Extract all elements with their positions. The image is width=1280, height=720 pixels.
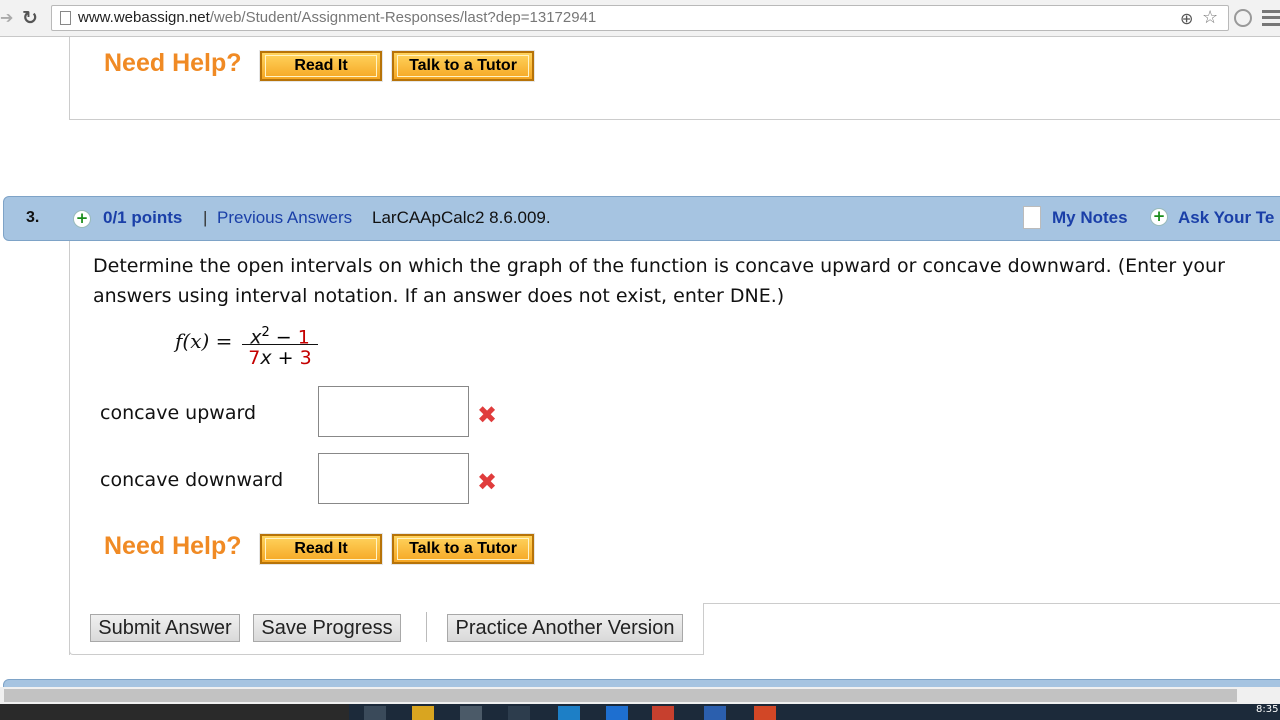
need-help-label: Need Help? <box>104 532 242 560</box>
header-separator: | <box>203 208 208 227</box>
page-icon <box>60 11 71 25</box>
task-view-icon[interactable] <box>364 706 386 720</box>
question-prompt: Determine the open intervals on which th… <box>93 255 1225 307</box>
concave-downward-label: concave downward <box>100 469 284 491</box>
bookmark-star-icon[interactable]: ☆ <box>1202 7 1218 28</box>
powerpoint-icon[interactable] <box>754 706 776 720</box>
concave-downward-input[interactable] <box>318 453 469 504</box>
practice-another-version-button[interactable]: Practice Another Version <box>447 614 683 642</box>
extension-icon[interactable] <box>1234 9 1252 27</box>
zoom-icon[interactable]: ⊕ <box>1180 9 1193 28</box>
submit-answer-button[interactable]: Submit Answer <box>90 614 240 642</box>
divider <box>426 612 427 642</box>
fraction-numerator: x2 − 1 <box>242 321 318 348</box>
url-host: www.webassign.net <box>78 9 210 26</box>
incorrect-x-icon: ✖ <box>476 468 498 496</box>
horizontal-scrollbar[interactable] <box>0 687 1280 704</box>
url-text[interactable]: www.webassign.net/web/Student/Assignment… <box>78 9 596 26</box>
denominator-operator: + <box>271 347 300 369</box>
question-points[interactable]: 0/1 points <box>103 208 182 228</box>
talk-to-tutor-button[interactable]: Talk to a Tutor <box>391 50 535 82</box>
notes-icon[interactable] <box>1023 206 1041 229</box>
store-icon[interactable] <box>460 706 482 720</box>
denominator-constant: 3 <box>299 347 312 369</box>
browser-toolbar: ➔ ↻ www.webassign.net/web/Student/Assign… <box>0 0 1280 37</box>
ask-teacher-link[interactable]: Ask Your Te <box>1178 208 1274 228</box>
save-progress-button[interactable]: Save Progress <box>253 614 401 642</box>
taskbar-clock[interactable]: 8:35 <box>1256 704 1278 715</box>
denominator-variable: x <box>260 347 272 369</box>
ask-teacher-plus-icon[interactable]: + <box>1150 208 1168 226</box>
question-body: Determine the open intervals on which th… <box>69 241 1280 655</box>
word-icon[interactable] <box>704 706 726 720</box>
function-lhs: f(x) = <box>175 329 232 353</box>
denominator-coefficient: 7 <box>248 347 261 369</box>
divider <box>704 603 1280 604</box>
numerator-exponent: 2 <box>261 325 270 340</box>
scrollbar-thumb[interactable] <box>4 689 1237 702</box>
function-lhs-text: f(x) = <box>175 329 233 353</box>
previous-question-box <box>69 37 1280 120</box>
taskbar: 8:35 <box>0 704 1280 720</box>
reload-icon[interactable]: ↻ <box>22 7 42 29</box>
address-bar[interactable]: www.webassign.net/web/Student/Assignment… <box>51 5 1229 31</box>
help-icon[interactable] <box>508 706 530 720</box>
forward-icon[interactable]: ➔ <box>0 9 14 27</box>
incorrect-x-icon: ✖ <box>476 401 498 429</box>
question-header: 3. + 0/1 points | Previous Answers LarCA… <box>3 196 1280 241</box>
my-notes-link[interactable]: My Notes <box>1052 208 1128 228</box>
browser-menu-icon[interactable] <box>1262 10 1280 26</box>
chrome-icon[interactable] <box>652 706 674 720</box>
concave-upward-label: concave upward <box>100 402 256 424</box>
app-icon[interactable] <box>558 706 580 720</box>
question-number: 3. <box>26 209 40 226</box>
expand-plus-icon[interactable]: + <box>73 210 91 228</box>
read-it-button[interactable]: Read It <box>259 50 383 82</box>
need-help-label: Need Help? <box>104 49 242 77</box>
read-it-button[interactable]: Read It <box>259 533 383 565</box>
question-reference: LarCAApCalc2 8.6.009. <box>372 208 551 227</box>
taskbar-search[interactable] <box>0 704 349 720</box>
file-explorer-icon[interactable] <box>412 706 434 720</box>
concave-upward-input[interactable] <box>318 386 469 437</box>
previous-answers-link[interactable]: Previous Answers <box>217 208 352 228</box>
fraction-denominator: 7x + 3 <box>242 345 318 369</box>
url-path: /web/Student/Assignment-Responses/last?d… <box>209 9 597 26</box>
talk-to-tutor-button[interactable]: Talk to a Tutor <box>391 533 535 565</box>
edge-icon[interactable] <box>606 706 628 720</box>
function-fraction: x2 − 1 7x + 3 <box>242 321 318 369</box>
